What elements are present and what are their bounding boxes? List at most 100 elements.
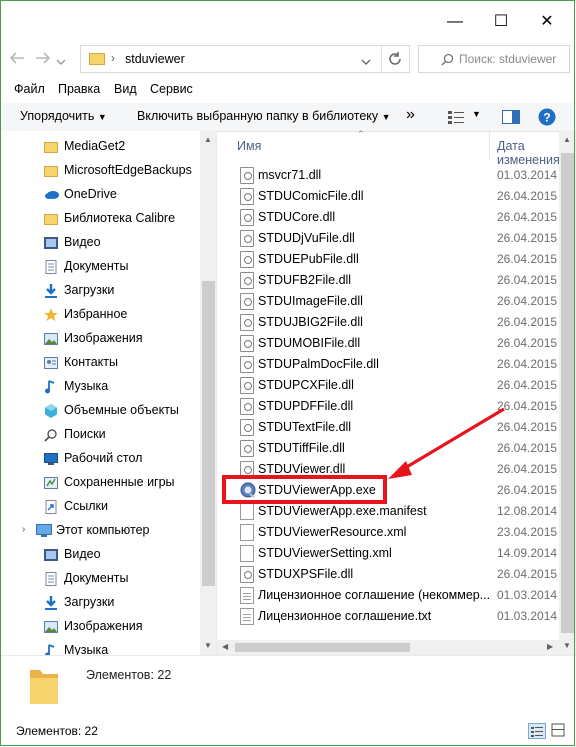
file-row[interactable]: STDUCore.dll 26.04.2015 23 <box>217 207 576 228</box>
file-scroll-thumb[interactable] <box>561 153 574 633</box>
file-row[interactable]: STDUComicFile.dll 26.04.2015 23 <box>217 186 576 207</box>
file-row[interactable]: STDUPalmDocFile.dll 26.04.2015 23 <box>217 354 576 375</box>
nav-item[interactable]: Музыка <box>0 375 200 399</box>
file-row[interactable]: STDUDjVuFile.dll 26.04.2015 23 <box>217 228 576 249</box>
view-dropdown-arrow-icon[interactable]: ▼ <box>472 109 481 119</box>
search-input[interactable]: Поиск: stduviewer <box>418 45 570 73</box>
scroll-left-icon[interactable]: ◀ <box>222 642 228 651</box>
more-commands-button[interactable]: » <box>406 106 415 124</box>
search-placeholder: Поиск: stduviewer <box>459 52 557 66</box>
scroll-up-icon[interactable]: ▲ <box>563 135 571 144</box>
file-list-vscrollbar[interactable]: ▲ ▼ <box>559 131 576 655</box>
file-row[interactable]: STDUImageFile.dll 26.04.2015 23 <box>217 291 576 312</box>
computer-icon <box>36 524 52 538</box>
file-name: STDUFB2File.dll <box>258 273 352 287</box>
nav-item[interactable]: Библиотека Calibre <box>0 207 200 231</box>
music-icon <box>44 644 58 655</box>
nav-item[interactable]: Видео <box>0 543 200 567</box>
view-options-button[interactable] <box>448 110 464 127</box>
nav-scroll-thumb[interactable] <box>202 281 215 586</box>
nav-item[interactable]: Загрузки <box>0 279 200 303</box>
back-button[interactable] <box>6 51 28 67</box>
expand-chevron-icon[interactable]: › <box>22 524 25 535</box>
nav-item[interactable]: Музыка <box>0 639 200 655</box>
menu-file[interactable]: Файл <box>14 82 45 96</box>
pictures-icon <box>44 620 58 634</box>
file-row[interactable]: STDUViewerSetting.xml 14.09.2014 16 <box>217 543 576 564</box>
dll-icon <box>240 398 254 415</box>
preview-pane-button[interactable] <box>502 110 520 127</box>
minimize-button[interactable]: — <box>432 8 478 36</box>
file-row[interactable]: STDUEPubFile.dll 26.04.2015 23 <box>217 249 576 270</box>
nav-item[interactable]: Рабочий стол <box>0 447 200 471</box>
menu-edit[interactable]: Правка <box>58 82 100 96</box>
nav-scrollbar[interactable]: ▲ ▼ <box>200 131 217 655</box>
file-row[interactable]: Лицензионное соглашение.txt 01.03.2014 11 <box>217 606 576 627</box>
details-view-toggle[interactable] <box>528 723 546 739</box>
file-row[interactable]: STDUViewerApp.exe.manifest 12.08.2014 22 <box>217 501 576 522</box>
dll-icon <box>240 314 254 331</box>
file-row[interactable]: STDUJBIG2File.dll 26.04.2015 23 <box>217 312 576 333</box>
organize-button[interactable]: Упорядочить ▼ <box>20 109 107 123</box>
file-name: Лицензионное соглашение (некоммер... <box>258 588 491 602</box>
address-path[interactable]: stduviewer <box>125 52 185 66</box>
scroll-right-icon[interactable]: ▶ <box>547 642 553 651</box>
scroll-down-icon[interactable]: ▼ <box>563 641 571 650</box>
address-dropdown-button[interactable] <box>361 55 371 69</box>
file-row[interactable]: STDUPCXFile.dll 26.04.2015 23 <box>217 375 576 396</box>
menu-tools[interactable]: Сервис <box>150 82 193 96</box>
help-button[interactable]: ? <box>538 108 556 129</box>
hscroll-thumb[interactable] <box>235 643 410 652</box>
nav-item[interactable]: Поиски <box>0 423 200 447</box>
nav-item[interactable]: Видео <box>0 231 200 255</box>
video-icon <box>44 236 58 250</box>
column-divider[interactable] <box>489 131 490 159</box>
maximize-button[interactable]: ☐ <box>478 8 524 36</box>
file-row[interactable]: STDUXPSFile.dll 26.04.2015 23 <box>217 564 576 585</box>
video-icon <box>44 548 58 562</box>
menu-view[interactable]: Вид <box>114 82 137 96</box>
nav-item[interactable]: Документы <box>0 567 200 591</box>
scroll-up-icon[interactable]: ▲ <box>204 135 212 144</box>
file-name: STDUPalmDocFile.dll <box>258 357 379 371</box>
nav-item[interactable]: OneDrive <box>0 183 200 207</box>
nav-item[interactable]: MediaGet2 <box>0 135 200 159</box>
preview-pane-icon <box>502 110 520 124</box>
nav-item[interactable]: Загрузки <box>0 591 200 615</box>
desktop-icon <box>44 452 58 466</box>
file-name: STDUDjVuFile.dll <box>258 231 355 245</box>
nav-item[interactable]: Ссылки <box>0 495 200 519</box>
nav-item[interactable]: Сохраненные игры <box>0 471 200 495</box>
nav-item[interactable]: Контакты <box>0 351 200 375</box>
search-icon <box>441 53 454 66</box>
file-row[interactable]: STDUViewerResource.xml 23.04.2015 16 <box>217 522 576 543</box>
nav-item[interactable]: Объемные объекты <box>0 399 200 423</box>
nav-item-label: Библиотека Calibre <box>64 211 176 225</box>
close-button[interactable]: ✕ <box>524 8 570 36</box>
file-row[interactable]: STDUMOBIFile.dll 26.04.2015 23 <box>217 333 576 354</box>
file-row[interactable]: Лицензионное соглашение (некоммер... 01.0… <box>217 585 576 606</box>
forward-button[interactable] <box>32 51 54 67</box>
nav-item[interactable]: Документы <box>0 255 200 279</box>
scroll-down-icon[interactable]: ▼ <box>204 641 212 650</box>
file-row[interactable]: msvcr71.dll 01.03.2014 1 <box>217 165 576 186</box>
file-list-hscrollbar[interactable]: ◀ ▶ <box>217 640 559 655</box>
file-row[interactable]: STDUFB2File.dll 26.04.2015 23 <box>217 270 576 291</box>
large-icons-view-toggle[interactable] <box>550 723 568 739</box>
documents-icon <box>44 572 58 586</box>
column-header-name[interactable]: Имя <box>237 139 261 153</box>
nav-item[interactable]: MicrosoftEdgeBackups <box>0 159 200 183</box>
nav-item-label: Контакты <box>64 355 118 369</box>
address-bar[interactable]: › stduviewer <box>80 45 410 73</box>
blank-icon <box>240 545 254 562</box>
nav-item[interactable]: Изображения <box>0 327 200 351</box>
refresh-button[interactable] <box>387 51 403 70</box>
nav-item[interactable]: Изображения <box>0 615 200 639</box>
details-view-icon <box>448 111 464 124</box>
sort-ascending-icon: ⌃ <box>357 129 365 139</box>
nav-item[interactable]: Этот компьютер › <box>0 519 200 543</box>
nav-item-label: Рабочий стол <box>64 451 143 465</box>
nav-item[interactable]: Избранное <box>0 303 200 327</box>
recent-dropdown-button[interactable] <box>56 55 66 69</box>
include-library-button[interactable]: Включить выбранную папку в библиотеку ▼ <box>137 109 391 123</box>
